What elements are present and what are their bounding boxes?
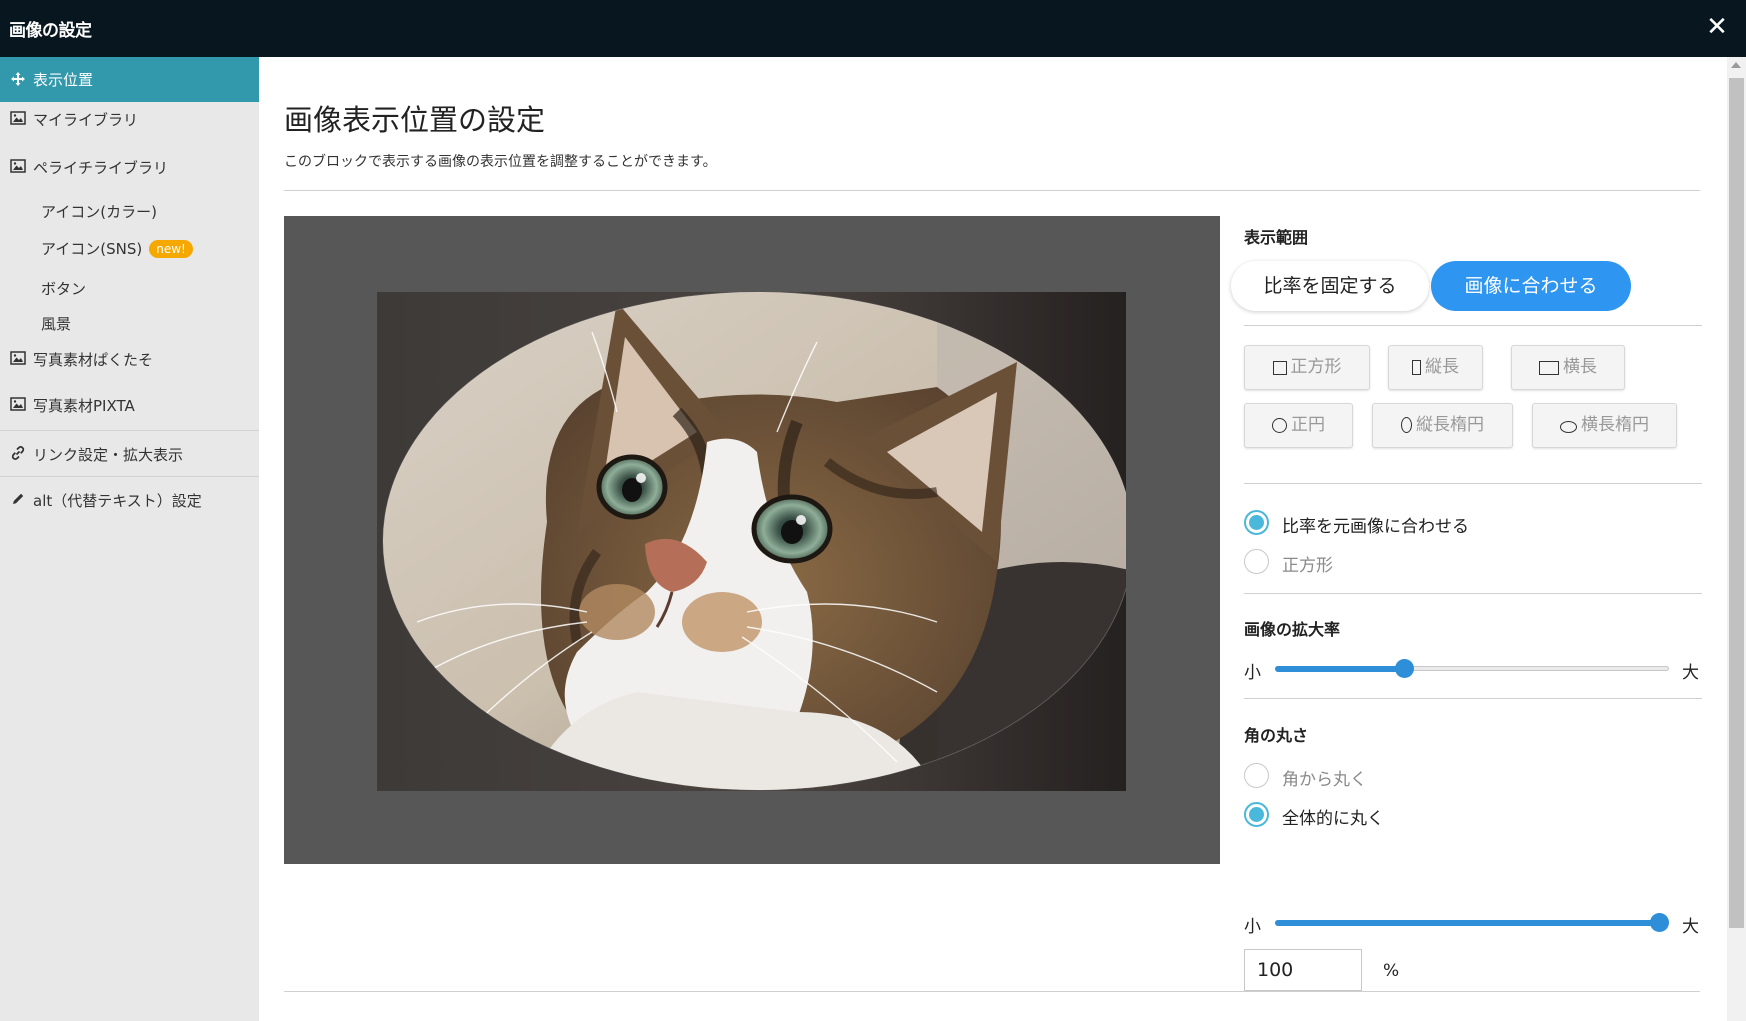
move-icon [11, 72, 25, 86]
fit-image-button[interactable]: 画像に合わせる [1431, 261, 1631, 311]
corner-radius-label: 角の丸さ [1244, 726, 1309, 745]
new-badge: new! [149, 240, 193, 258]
shape-label: 横長楕円 [1581, 415, 1649, 435]
zoom-max-label: 大 [1682, 663, 1699, 683]
zoom-min-label: 小 [1244, 663, 1261, 683]
radio-label: 正方形 [1282, 556, 1333, 576]
corner-radius-slider[interactable]: 小 大 [1244, 910, 1702, 937]
divider [1244, 593, 1702, 594]
radio-indicator [1244, 763, 1269, 788]
sidebar-item-link-settings[interactable]: リンク設定・拡大表示 [0, 432, 259, 476]
link-icon [11, 446, 25, 460]
divider [1244, 698, 1702, 699]
radio-indicator [1244, 802, 1269, 827]
page-title: 画像表示位置の設定 [284, 103, 546, 137]
slider-fill [1275, 920, 1660, 926]
ratio-square-radio[interactable]: 正方形 [1244, 549, 1384, 576]
tall-ellipse-icon [1401, 417, 1412, 433]
shape-label: 正円 [1291, 415, 1325, 435]
sidebar-divider [0, 430, 259, 431]
radio-label: 比率を元画像に合わせる [1282, 517, 1469, 537]
sidebar-item-label: ペライチライブラリ [33, 159, 169, 177]
slider-fill [1275, 666, 1405, 672]
sidebar-item-my-library[interactable]: マイライブラリ [0, 101, 259, 137]
sidebar-item-label: alt（代替テキスト）設定 [33, 492, 202, 510]
divider [1244, 483, 1702, 484]
circle-icon [1272, 418, 1287, 433]
sidebar-subitem-button[interactable]: ボタン [41, 278, 86, 299]
image-crop-area[interactable] [377, 292, 1126, 791]
title-bar: 画像の設定 ✕ [0, 0, 1746, 57]
tall-ellipse-shape-button[interactable]: 縦長楕円 [1372, 403, 1513, 448]
shape-label: 縦長楕円 [1416, 415, 1484, 435]
shape-label: 正方形 [1290, 357, 1342, 377]
divider [284, 190, 1700, 191]
image-icon [10, 351, 26, 365]
scrollbar-thumb[interactable] [1729, 78, 1744, 928]
slider-thumb[interactable] [1395, 659, 1414, 678]
sidebar-item-alt-settings[interactable]: alt（代替テキスト）設定 [0, 478, 259, 522]
slider-thumb[interactable] [1650, 913, 1669, 932]
corner-min-label: 小 [1244, 917, 1261, 937]
round-from-corners-radio[interactable]: 角から丸く [1244, 763, 1384, 790]
percent-unit: % [1383, 961, 1400, 981]
circle-shape-button[interactable]: 正円 [1244, 403, 1353, 448]
square-shape-button[interactable]: 正方形 [1244, 345, 1370, 390]
sidebar-subitem-scenery[interactable]: 風景 [41, 313, 71, 334]
sidebar-item-peraichi-library[interactable]: ペライチライブラリ [0, 149, 259, 185]
square-icon [1272, 361, 1287, 375]
corner-radius-input[interactable] [1244, 949, 1362, 991]
settings-panel: 表示範囲 比率を固定する 画像に合わせる 正方形 縦長 横長 正円 縦長楕円 横… [1231, 216, 1728, 991]
sidebar-item-label: 写真素材PIXTA [33, 397, 135, 415]
sidebar-item-display-position[interactable]: 表示位置 [0, 57, 259, 102]
sidebar-subitem-icon-color[interactable]: アイコン(カラー) [41, 201, 157, 222]
round-whole-radio[interactable]: 全体的に丸く [1244, 802, 1394, 829]
zoom-slider[interactable]: 小 大 [1244, 656, 1702, 683]
sidebar-item-label: 表示位置 [33, 71, 94, 89]
sidebar-item-pakutaso[interactable]: 写真素材ぱくたそ [0, 341, 259, 377]
image-icon [10, 159, 26, 173]
wide-ellipse-shape-button[interactable]: 横長楕円 [1532, 403, 1677, 448]
main-content: 画像表示位置の設定 このブロックで表示する画像の表示位置を調整することができます… [259, 57, 1727, 1021]
scroll-up-arrow-icon[interactable] [1731, 62, 1741, 68]
window-title: 画像の設定 [9, 21, 92, 41]
cat-photo [377, 292, 1126, 791]
divider [1244, 325, 1702, 326]
radio-indicator [1244, 510, 1269, 535]
shape-label: 縦長 [1425, 357, 1459, 377]
sidebar-divider [0, 476, 259, 477]
sidebar: 表示位置 マイライブラリ ペライチライブラリ アイコン(カラー) アイコン(SN… [0, 57, 259, 1021]
ratio-original-radio[interactable]: 比率を元画像に合わせる [1244, 510, 1504, 537]
image-icon [10, 397, 26, 411]
pencil-icon [13, 493, 24, 504]
image-icon [10, 111, 26, 125]
sidebar-item-label: マイライブラリ [33, 111, 139, 129]
landscape-shape-button[interactable]: 横長 [1511, 345, 1625, 390]
image-preview[interactable] [284, 216, 1220, 864]
fixed-ratio-button[interactable]: 比率を固定する [1231, 261, 1429, 311]
sidebar-subitem-label: アイコン(SNS) [41, 240, 143, 258]
corner-max-label: 大 [1682, 917, 1699, 937]
divider [284, 991, 1700, 992]
radio-label: 全体的に丸く [1282, 809, 1384, 829]
sidebar-subitem-icon-sns[interactable]: アイコン(SNS) new! [41, 238, 193, 259]
close-icon[interactable]: ✕ [1702, 12, 1732, 42]
radio-indicator [1244, 549, 1269, 574]
page-description: このブロックで表示する画像の表示位置を調整することができます。 [284, 154, 717, 170]
wide-ellipse-icon [1560, 421, 1577, 433]
zoom-label: 画像の拡大率 [1244, 620, 1341, 639]
shape-label: 横長 [1563, 357, 1597, 377]
sidebar-item-label: 写真素材ぱくたそ [33, 351, 154, 369]
portrait-rect-icon [1412, 360, 1421, 375]
sidebar-item-pixta[interactable]: 写真素材PIXTA [0, 387, 259, 423]
landscape-rect-icon [1539, 361, 1559, 375]
display-range-label: 表示範囲 [1244, 228, 1309, 247]
sidebar-item-label: リンク設定・拡大表示 [33, 446, 184, 464]
radio-label: 角から丸く [1282, 770, 1367, 790]
portrait-shape-button[interactable]: 縦長 [1388, 345, 1483, 390]
